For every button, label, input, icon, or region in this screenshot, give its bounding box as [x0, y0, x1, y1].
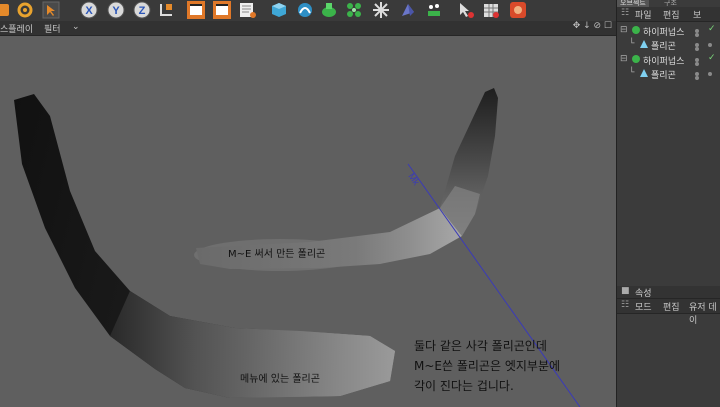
viewport-3d[interactable]: Mk M~E 써서 만든 폴리곤 메뉴에 있는 폴리곤 둘다 같은 사각 폴리곤…	[0, 36, 616, 407]
svg-text:Z: Z	[138, 5, 145, 17]
y-axis-icon[interactable]: Y	[105, 0, 126, 20]
render-view-icon[interactable]	[185, 0, 206, 20]
tree-row-polygon-1[interactable]: └ 폴리곤	[617, 38, 720, 52]
me-polygon-label: M~E 써서 만든 폴리곤	[228, 249, 326, 260]
attributes-header: ■ 속성	[617, 286, 720, 299]
render-dot-icon[interactable]	[695, 62, 699, 66]
tab-structure[interactable]: 구조	[661, 0, 680, 7]
menu-filter[interactable]: 필터	[44, 22, 61, 35]
menu-overflow-icon[interactable]: ⌄	[72, 22, 80, 32]
axis-label: Mk	[406, 171, 421, 187]
brush-icon[interactable]	[455, 0, 476, 20]
cube-icon[interactable]	[268, 0, 289, 20]
select-icon[interactable]	[40, 0, 61, 20]
attr-menu-mode[interactable]: 모드	[635, 300, 652, 313]
tree-label: 폴리곤	[651, 42, 676, 52]
tree-label: 폴리곤	[651, 71, 676, 81]
om-menu-file[interactable]: 파일	[635, 8, 652, 21]
tree-label: 하이퍼넙스	[643, 28, 685, 38]
lock-icon[interactable]	[0, 0, 13, 20]
enabled-check-icon[interactable]: ✓	[708, 53, 716, 63]
svg-text:X: X	[85, 5, 93, 17]
render-settings-icon[interactable]	[237, 0, 258, 20]
tree-row-hypernurbs-2[interactable]: ⊟ 하이퍼넙스 ✓	[617, 53, 720, 67]
explanation-line-3: 각이 진다는 겁니다.	[414, 379, 514, 393]
tree-branch-icon: └	[629, 39, 635, 49]
menu-display[interactable]: 스플레이	[0, 22, 33, 35]
svg-text:Y: Y	[112, 5, 120, 17]
coord-icon[interactable]	[155, 0, 176, 20]
array-icon[interactable]	[343, 0, 364, 20]
tree-toggle-icon[interactable]: ⊟	[620, 54, 628, 64]
render-dot-icon[interactable]	[695, 76, 699, 80]
tag-dot-icon[interactable]	[708, 72, 712, 76]
refresh-icon[interactable]	[14, 0, 35, 20]
polygon-icon	[639, 39, 649, 52]
explanation-line-2: M~E쓴 폴리곤은 엣지부분에	[414, 359, 561, 373]
attributes-title: 속성	[635, 289, 652, 299]
tree-toggle-icon[interactable]: ⊟	[620, 25, 628, 35]
x-axis-icon[interactable]: X	[78, 0, 99, 20]
menu-grip-icon: ☷	[621, 8, 630, 18]
tab-objects[interactable]: 오브젝트	[617, 0, 649, 7]
menu-polygon-label: 메뉴에 있는 폴리곤	[240, 374, 320, 385]
tree-row-polygon-2[interactable]: └ 폴리곤	[617, 67, 720, 81]
tag-dot-icon[interactable]	[708, 43, 712, 47]
grid-icon[interactable]	[480, 0, 501, 20]
render-picture-icon[interactable]	[211, 0, 232, 20]
attributes-menubar: ☷ 모드 편집 유저 데이	[617, 299, 720, 326]
nurbs-icon[interactable]	[318, 0, 339, 20]
z-axis-icon[interactable]: Z	[131, 0, 152, 20]
polygon-icon	[639, 68, 649, 81]
viewport-nav-icons[interactable]: ✥ ↓ ⊘ ☐	[573, 21, 612, 31]
python-icon[interactable]	[507, 0, 528, 20]
panel-grip-icon: ■	[621, 286, 630, 296]
explanation-line-1: 둘다 같은 사각 폴리곤인데	[414, 339, 547, 353]
tree-branch-icon: └	[629, 68, 635, 78]
viewport-menubar: 스플레이 필터 ⌄ ✥ ↓ ⊘ ☐	[0, 21, 616, 36]
om-menu-edit[interactable]: 편집	[663, 8, 680, 21]
scene-icon[interactable]	[397, 0, 418, 20]
render-dot-icon[interactable]	[695, 33, 699, 37]
render-dot-icon[interactable]	[695, 47, 699, 51]
attr-menu-edit[interactable]: 편집	[663, 300, 680, 313]
hypernurbs-icon	[631, 54, 641, 67]
tree-label: 하이퍼넙스	[643, 57, 685, 67]
me-polygon-shape	[194, 88, 498, 271]
explanation-note: 둘다 같은 사각 폴리곤인데 M~E쓴 폴리곤은 엣지부분에 각이 진다는 겁니…	[414, 336, 560, 396]
light-icon[interactable]	[423, 0, 444, 20]
om-menu-view[interactable]: 보	[693, 8, 701, 21]
attr-menu-userdata[interactable]: 유저 데이	[689, 300, 720, 326]
spline-icon[interactable]	[294, 0, 315, 20]
right-panel: 오브젝트 구조 ☷ 파일 편집 보 ⊟ 하이퍼넙스 ✓ └ 폴리곤 ⊟ 하이퍼넙…	[616, 0, 720, 407]
deformer-icon[interactable]	[370, 0, 391, 20]
hypernurbs-icon	[631, 25, 641, 38]
menu-grip-icon: ☷	[621, 300, 630, 310]
object-manager-menubar: ☷ 파일 편집 보	[617, 7, 720, 22]
main-toolbar: X Y Z	[0, 0, 616, 22]
enabled-check-icon[interactable]: ✓	[708, 24, 716, 34]
tree-row-hypernurbs-1[interactable]: ⊟ 하이퍼넙스 ✓	[617, 24, 720, 38]
